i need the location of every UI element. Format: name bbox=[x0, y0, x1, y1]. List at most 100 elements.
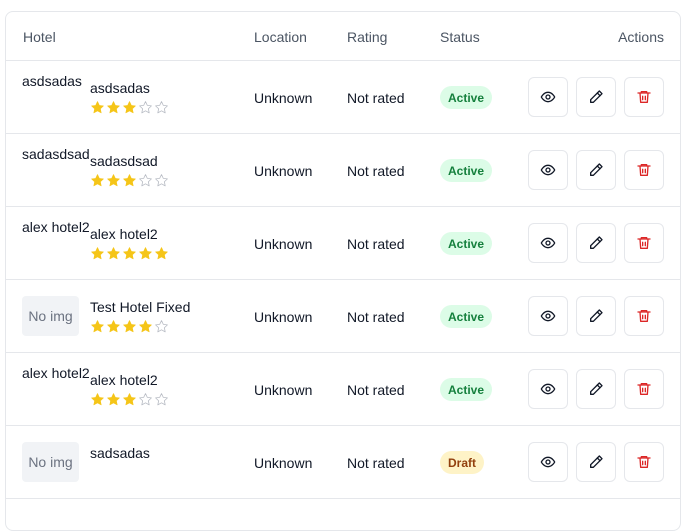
star-icon bbox=[107, 247, 120, 260]
status-badge: Draft bbox=[440, 451, 485, 474]
hotel-image-alt-text: asdsadas bbox=[22, 73, 82, 89]
trash-icon bbox=[636, 89, 652, 105]
trash-icon bbox=[636, 162, 652, 178]
hotel-location: Unknown bbox=[254, 90, 313, 106]
status-badge: Active bbox=[440, 86, 493, 109]
hotel-rating: Not rated bbox=[347, 163, 405, 179]
column-header-rating: Rating bbox=[347, 29, 388, 45]
pencil-icon bbox=[588, 308, 604, 324]
star-icon bbox=[91, 247, 104, 260]
eye-icon bbox=[540, 381, 556, 397]
eye-icon bbox=[540, 308, 556, 324]
star-icon bbox=[123, 393, 136, 406]
table-row: sadasdsad sadasdsad Unknown Not rated Ac… bbox=[6, 134, 680, 207]
pencil-icon bbox=[588, 381, 604, 397]
star-rating bbox=[90, 246, 169, 261]
star-icon bbox=[155, 101, 168, 114]
star-rating bbox=[90, 100, 169, 115]
star-icon bbox=[123, 320, 136, 333]
star-icon bbox=[123, 247, 136, 260]
view-button[interactable] bbox=[528, 442, 568, 482]
hotel-name: alex hotel2 bbox=[90, 226, 158, 242]
hotel-name: alex hotel2 bbox=[90, 372, 158, 388]
hotel-rating: Not rated bbox=[347, 236, 405, 252]
status-badge: Active bbox=[440, 305, 493, 328]
star-icon bbox=[155, 320, 168, 333]
star-icon bbox=[107, 393, 120, 406]
trash-icon bbox=[636, 235, 652, 251]
star-icon bbox=[91, 101, 104, 114]
view-button[interactable] bbox=[528, 296, 568, 336]
trash-icon bbox=[636, 381, 652, 397]
eye-icon bbox=[540, 162, 556, 178]
star-icon bbox=[107, 320, 120, 333]
eye-icon bbox=[540, 454, 556, 470]
column-header-location: Location bbox=[254, 29, 307, 45]
column-header-status: Status bbox=[440, 29, 480, 45]
edit-button[interactable] bbox=[576, 442, 616, 482]
table-row: alex hotel2 alex hotel2 Unknown Not rate… bbox=[6, 353, 680, 426]
edit-button[interactable] bbox=[576, 223, 616, 263]
column-header-hotel: Hotel bbox=[23, 29, 56, 45]
hotel-image-alt-text: sadasdsad bbox=[22, 146, 90, 162]
hotel-image-alt-text: alex hotel2 bbox=[22, 219, 90, 235]
table-header: Hotel Location Rating Status Actions bbox=[6, 12, 680, 61]
hotel-image-placeholder: No img bbox=[22, 296, 79, 336]
star-icon bbox=[91, 174, 104, 187]
pencil-icon bbox=[588, 162, 604, 178]
hotel-rating: Not rated bbox=[347, 90, 405, 106]
hotel-location: Unknown bbox=[254, 309, 313, 325]
eye-icon bbox=[540, 235, 556, 251]
delete-button[interactable] bbox=[624, 369, 664, 409]
hotel-rating: Not rated bbox=[347, 455, 405, 471]
no-image-label: No img bbox=[28, 308, 73, 324]
star-rating bbox=[90, 319, 169, 334]
edit-button[interactable] bbox=[576, 369, 616, 409]
star-icon bbox=[123, 174, 136, 187]
hotel-location: Unknown bbox=[254, 455, 313, 471]
hotel-rating: Not rated bbox=[347, 309, 405, 325]
hotel-name: Test Hotel Fixed bbox=[90, 299, 191, 315]
edit-button[interactable] bbox=[576, 150, 616, 190]
no-image-label: No img bbox=[28, 454, 73, 470]
hotel-name: sadsadas bbox=[90, 445, 150, 461]
view-button[interactable] bbox=[528, 369, 568, 409]
star-icon bbox=[155, 174, 168, 187]
trash-icon bbox=[636, 454, 652, 470]
star-icon bbox=[139, 174, 152, 187]
status-badge: Active bbox=[440, 159, 493, 182]
pencil-icon bbox=[588, 89, 604, 105]
star-icon bbox=[139, 101, 152, 114]
delete-button[interactable] bbox=[624, 296, 664, 336]
hotel-name: asdsadas bbox=[90, 80, 150, 96]
star-icon bbox=[91, 320, 104, 333]
edit-button[interactable] bbox=[576, 77, 616, 117]
table-body: asdsadas asdsadas Unknown Not rated Acti… bbox=[6, 61, 680, 499]
edit-button[interactable] bbox=[576, 296, 616, 336]
delete-button[interactable] bbox=[624, 442, 664, 482]
hotel-location: Unknown bbox=[254, 236, 313, 252]
view-button[interactable] bbox=[528, 223, 568, 263]
star-rating bbox=[90, 173, 169, 188]
hotel-rating: Not rated bbox=[347, 382, 405, 398]
hotel-image-placeholder: No img bbox=[22, 442, 79, 482]
star-icon bbox=[107, 174, 120, 187]
star-icon bbox=[155, 247, 168, 260]
star-rating bbox=[90, 392, 169, 407]
delete-button[interactable] bbox=[624, 223, 664, 263]
table-row: alex hotel2 alex hotel2 Unknown Not rate… bbox=[6, 207, 680, 280]
table-row: asdsadas asdsadas Unknown Not rated Acti… bbox=[6, 61, 680, 134]
table-row: No img Test Hotel Fixed Unknown Not rate… bbox=[6, 280, 680, 353]
table-row: No img sadsadas Unknown Not rated Draft bbox=[6, 426, 680, 499]
delete-button[interactable] bbox=[624, 77, 664, 117]
column-header-actions: Actions bbox=[618, 29, 664, 45]
star-icon bbox=[139, 320, 152, 333]
view-button[interactable] bbox=[528, 77, 568, 117]
pencil-icon bbox=[588, 454, 604, 470]
star-icon bbox=[139, 247, 152, 260]
delete-button[interactable] bbox=[624, 150, 664, 190]
view-button[interactable] bbox=[528, 150, 568, 190]
status-badge: Active bbox=[440, 232, 493, 255]
star-icon bbox=[91, 393, 104, 406]
hotel-location: Unknown bbox=[254, 163, 313, 179]
